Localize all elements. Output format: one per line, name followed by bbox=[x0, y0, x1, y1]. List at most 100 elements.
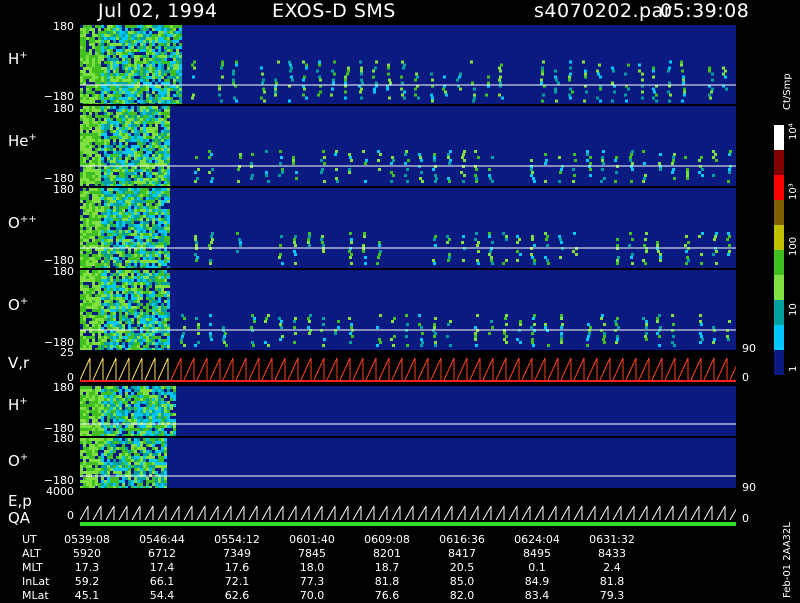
ephemeris-cell: 85.0 bbox=[449, 575, 475, 588]
ephemeris-cell: 82.0 bbox=[449, 589, 475, 602]
ephemeris-cell: 6712 bbox=[148, 547, 176, 560]
spectrogram-svg bbox=[80, 188, 736, 268]
colorbar-segment bbox=[774, 175, 784, 200]
label-h-plus: H+ bbox=[8, 50, 28, 68]
ephemeris-cell: 0609:08 bbox=[364, 533, 410, 546]
panel-h-plus-low bbox=[80, 386, 736, 436]
colorbar-segment bbox=[774, 300, 784, 325]
colorbar bbox=[774, 125, 784, 375]
ephemeris-cell: 77.3 bbox=[299, 575, 325, 588]
spectrogram-svg bbox=[80, 438, 736, 488]
colorbar-segment bbox=[774, 325, 784, 350]
rtick-p4-top: 90 bbox=[742, 342, 756, 355]
panel-o-plus-low bbox=[80, 438, 736, 488]
colorbar-segment bbox=[774, 275, 784, 300]
panel-ep-qa bbox=[80, 492, 736, 527]
spectrogram-svg bbox=[80, 25, 736, 104]
ephemeris-cell: 84.9 bbox=[524, 575, 550, 588]
spectrogram-svg bbox=[80, 106, 736, 186]
tick-p7-top: 4000 bbox=[46, 485, 74, 498]
ephemeris-cell: 62.6 bbox=[224, 589, 250, 602]
label-h-plus-low: H+ bbox=[8, 396, 28, 414]
label-o-plus-low: O+ bbox=[8, 452, 29, 470]
header-mission: EXOS-D SMS bbox=[272, 0, 396, 22]
ephemeris-cell: 8495 bbox=[523, 547, 551, 560]
ephemeris-cell: 7349 bbox=[223, 547, 251, 560]
rtick-p7-top: 90 bbox=[742, 481, 756, 494]
panel-he-plus-spin bbox=[80, 106, 736, 186]
ephemeris-row: MLat 45.1 54.4 62.6 70.0 76.6 82.0 83.4 79.3 bbox=[0, 589, 760, 603]
colorbar-segment bbox=[774, 350, 784, 375]
tick-p3-top: 180 bbox=[53, 265, 74, 278]
panel-o-plus-spin bbox=[80, 270, 736, 350]
ephemeris-cell: 81.8 bbox=[599, 575, 625, 588]
colorbar-segment bbox=[774, 125, 784, 150]
ephemeris-cell: 5920 bbox=[73, 547, 101, 560]
ephemeris-row: MLT 17.3 17.4 17.6 18.0 18.7 20.5 0.1 2.4 bbox=[0, 561, 760, 575]
tick-p0-top: 180 bbox=[53, 20, 74, 33]
tick-p6-top: 180 bbox=[53, 432, 74, 445]
footer-code: Feb-01 2AA32L bbox=[782, 522, 793, 598]
ephemeris-cell: 8417 bbox=[448, 547, 476, 560]
colorbar-label-1e4: 10⁴ bbox=[788, 123, 799, 140]
ephemeris-cell: 70.0 bbox=[299, 589, 325, 602]
panel-o-plus-plus-spin bbox=[80, 188, 736, 268]
colorbar-label-1e3: 10³ bbox=[788, 183, 799, 200]
ephemeris-cell: 20.5 bbox=[449, 561, 475, 574]
rtick-p7-bottom: 0 bbox=[742, 512, 749, 525]
label-ep: E,p bbox=[8, 492, 32, 510]
header-file: s4070202.par bbox=[534, 0, 673, 22]
header-time: 05:39:08 bbox=[660, 0, 750, 22]
ephemeris-cell: 81.8 bbox=[374, 575, 400, 588]
tick-p7-bottom: 0 bbox=[67, 509, 74, 522]
ephemeris-cell: 0554:12 bbox=[214, 533, 260, 546]
ephemeris-cell: 17.3 bbox=[74, 561, 100, 574]
tick-p4-top: 25 bbox=[60, 346, 74, 359]
ephemeris-cell: 8433 bbox=[598, 547, 626, 560]
ephemeris-cell: 45.1 bbox=[74, 589, 100, 602]
ephemeris-row-label: ALT bbox=[22, 547, 41, 560]
ephemeris-cell: 2.4 bbox=[603, 561, 621, 574]
tick-p1-top: 180 bbox=[53, 102, 74, 115]
ep-qa-trace bbox=[80, 505, 736, 526]
header-date: Jul 02, 1994 bbox=[98, 0, 218, 22]
colorbar-label-100: 100 bbox=[788, 236, 799, 256]
ephemeris-cell: 8201 bbox=[373, 547, 401, 560]
label-vr: V,r bbox=[8, 354, 30, 372]
colorbar-segment bbox=[774, 200, 784, 225]
ephemeris-cell: 17.6 bbox=[224, 561, 250, 574]
ephemeris-cell: 0.1 bbox=[528, 561, 546, 574]
vr-trace bbox=[80, 357, 736, 382]
ephemeris-cell: 72.1 bbox=[224, 575, 250, 588]
ephemeris-cell: 66.1 bbox=[149, 575, 175, 588]
colorbar-segment bbox=[774, 250, 784, 275]
ephemeris-row-label: InLat bbox=[22, 575, 50, 588]
ephemeris-cell: 7845 bbox=[298, 547, 326, 560]
colorbar-segment bbox=[774, 225, 784, 250]
panel-vr bbox=[80, 352, 736, 382]
spectrogram-svg bbox=[80, 270, 736, 350]
rtick-p4-bottom: 0 bbox=[742, 371, 749, 384]
label-o-plus-plus: O++ bbox=[8, 214, 37, 232]
ephemeris-row: InLat 59.2 66.1 72.1 77.3 81.8 85.0 84.9 81.8 bbox=[0, 575, 760, 589]
ephemeris-cell: 79.3 bbox=[599, 589, 625, 602]
ephemeris-cell: 0616:36 bbox=[439, 533, 485, 546]
ephemeris-cell: 76.6 bbox=[374, 589, 400, 602]
ephemeris-cell: 18.0 bbox=[299, 561, 325, 574]
colorbar-segment bbox=[774, 150, 784, 175]
ephemeris-row: UT 0539:08 0546:44 0554:12 0601:40 0609:08 061… bbox=[0, 533, 760, 547]
ephemeris-row-label: MLat bbox=[22, 589, 49, 602]
ephemeris-cell: 54.4 bbox=[149, 589, 175, 602]
ephemeris-row-label: MLT bbox=[22, 561, 43, 574]
label-o-plus: O+ bbox=[8, 296, 29, 314]
spectrogram-svg bbox=[80, 386, 736, 436]
ephemeris-row: ALT 5920 6712 7349 7845 8201 8417 8495 8433 bbox=[0, 547, 760, 561]
ephemeris-cell: 0601:40 bbox=[289, 533, 335, 546]
panel-h-plus-spin bbox=[80, 25, 736, 104]
label-qa: QA bbox=[8, 509, 31, 527]
ephemeris-cell: 0539:08 bbox=[64, 533, 110, 546]
ephemeris-cell: 0546:44 bbox=[139, 533, 185, 546]
ephemeris-cell: 0624:04 bbox=[514, 533, 560, 546]
colorbar-unit: Ct/Smp bbox=[782, 73, 793, 110]
colorbar-label-1: 1 bbox=[788, 365, 799, 372]
